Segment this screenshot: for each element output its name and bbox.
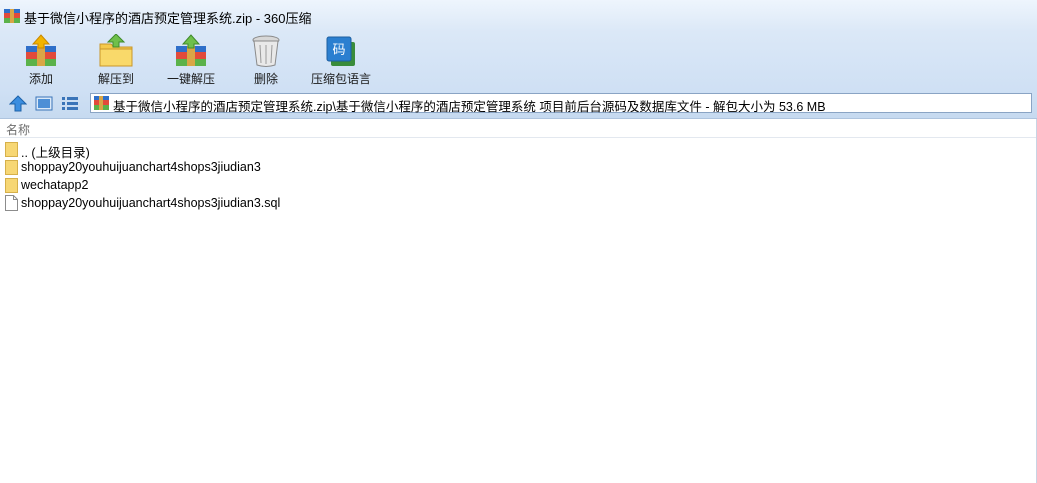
add-button[interactable]: 添加	[9, 32, 73, 88]
up-arrow-icon[interactable]	[9, 95, 27, 112]
archive-icon	[4, 9, 20, 23]
address-path: 基于微信小程序的酒店预定管理系统.zip\基于微信小程序的酒店预定管理系统 项目…	[113, 100, 826, 114]
list-item-parent-directory[interactable]: .. (上级目录)	[0, 140, 600, 160]
list-view-icon[interactable]	[61, 95, 79, 112]
toolbar: 添加 解压到 一键解压 删除 码 压缩包语言	[0, 32, 1037, 90]
delete-button[interactable]: 删除	[234, 32, 298, 88]
window-title: 基于微信小程序的酒店预定管理系统.zip - 360压缩	[24, 11, 312, 26]
folder-extract-icon	[99, 34, 133, 67]
folder-icon	[5, 160, 18, 175]
extract-to-button[interactable]: 解压到	[84, 32, 148, 88]
one-click-extract-icon	[176, 34, 206, 66]
svg-text:码: 码	[332, 43, 345, 58]
column-header-name[interactable]: 名称	[0, 119, 1036, 138]
document-file-icon	[5, 195, 18, 211]
title-bar: 基于微信小程序的酒店预定管理系统.zip - 360压缩	[0, 0, 1037, 32]
list-item-file[interactable]: shoppay20youhuijuanchart4shops3jiudian3.…	[0, 194, 600, 212]
file-list-pane: 名称 .. (上级目录) shoppay20youhuijuanchart4sh…	[0, 119, 1037, 483]
address-bar: 基于微信小程序的酒店预定管理系统.zip\基于微信小程序的酒店预定管理系统 项目…	[0, 90, 1037, 119]
add-archive-icon	[26, 34, 56, 66]
list-item-folder[interactable]: wechatapp2	[0, 176, 600, 194]
archive-language-button[interactable]: 码 压缩包语言	[308, 32, 374, 88]
folder-icon	[5, 178, 18, 193]
one-click-extract-button[interactable]: 一键解压	[159, 32, 223, 88]
encoding-icon: 码	[326, 36, 355, 66]
archive-icon	[94, 96, 109, 110]
folder-icon	[5, 142, 18, 157]
address-field[interactable]: 基于微信小程序的酒店预定管理系统.zip\基于微信小程序的酒店预定管理系统 项目…	[90, 93, 1032, 114]
list-item-folder[interactable]: shoppay20youhuijuanchart4shops3jiudian3	[0, 158, 600, 176]
thumbnail-view-icon[interactable]	[35, 95, 53, 112]
trash-bin-icon	[252, 35, 280, 67]
